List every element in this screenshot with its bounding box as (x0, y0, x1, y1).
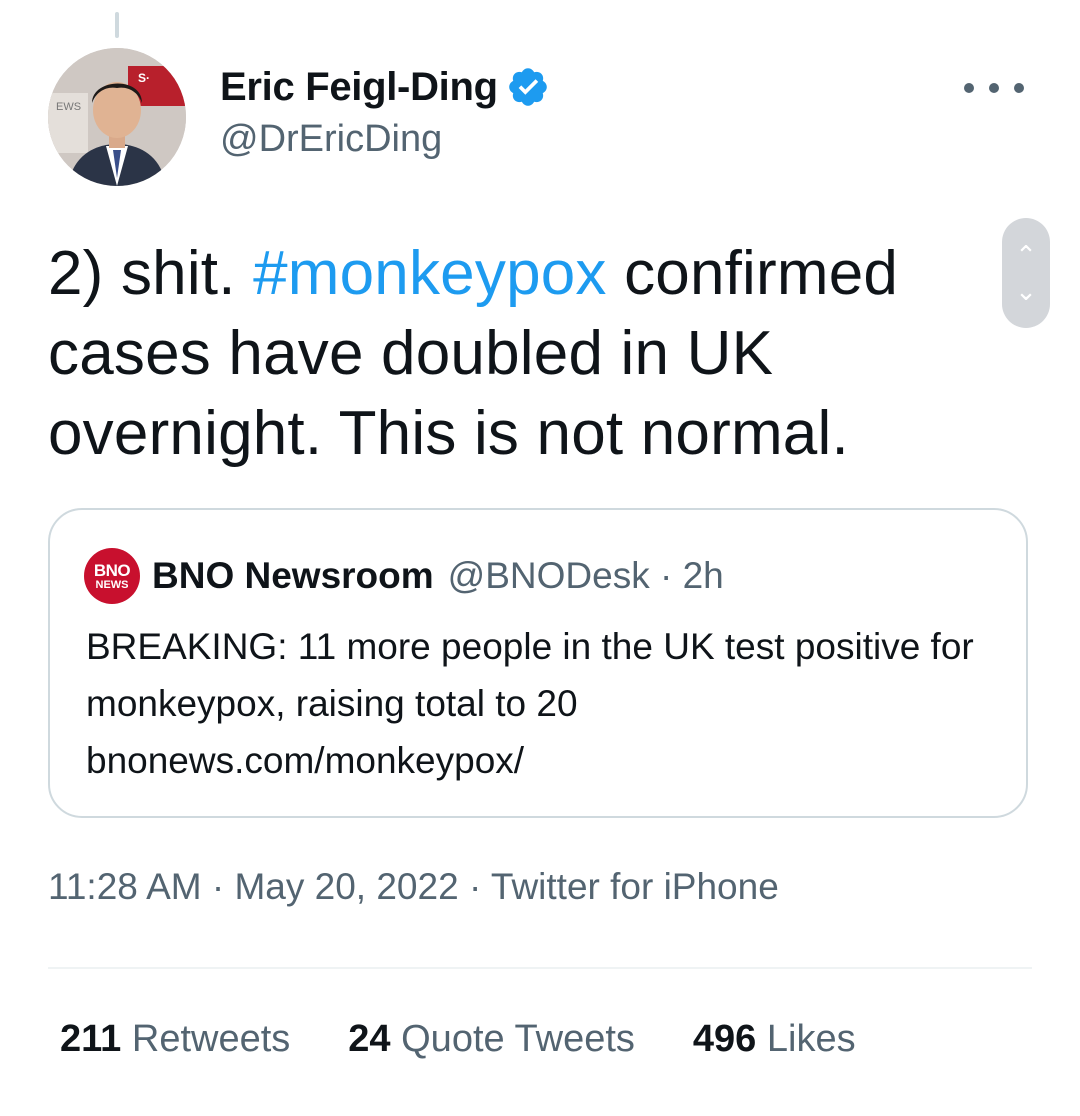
stat-number: 496 (692, 1018, 757, 1060)
hashtag-link[interactable]: #monkeypox (253, 239, 607, 308)
retweets-stat[interactable]: 211 Retweets (60, 1018, 290, 1061)
divider (48, 967, 1032, 969)
tweet-body: 2) shit. #monkeypox confirmed cases have… (48, 234, 988, 474)
avatar-image: EWS S· (48, 48, 186, 186)
quote-tweets-stat[interactable]: 24 Quote Tweets (348, 1018, 635, 1061)
engagement-stats: 211 Retweets 24 Quote Tweets 496 Likes (60, 1018, 914, 1061)
avatar-bg-text: EWS (56, 101, 81, 113)
logo-text: BNO (93, 560, 131, 580)
tweet-text-part: 2) shit. (48, 239, 254, 308)
stat-label: Retweets (131, 1018, 291, 1060)
likes-stat[interactable]: 496 Likes (693, 1018, 856, 1061)
scroll-navigator[interactable]: ⌃ ⌄ (1002, 218, 1050, 328)
avatar-bg-text: S· (138, 71, 150, 85)
bno-news-logo-icon: BNO NEWS (84, 548, 140, 604)
author-names: Eric Feigl-Ding @DrEricDing (220, 62, 550, 161)
quoted-tweet-header: BNO NEWS BNO Newsroom @BNODesk · 2h (84, 548, 724, 604)
quoted-author-name: BNO Newsroom (152, 555, 434, 596)
more-options-icon[interactable] (964, 78, 1024, 98)
quoted-tweet-card[interactable]: BNO NEWS BNO Newsroom @BNODesk · 2h BREA… (48, 508, 1028, 818)
author-display-name[interactable]: Eric Feigl-Ding (220, 65, 498, 110)
author-handle[interactable]: @DrEricDing (220, 118, 550, 161)
stat-number: 24 (348, 1018, 391, 1060)
logo-text: NEWS (95, 578, 129, 591)
stat-number: 211 (60, 1018, 122, 1060)
tweet-timestamp[interactable]: 11:28 AM · May 20, 2022 · Twitter for iP… (48, 866, 779, 908)
chevron-up-icon[interactable]: ⌃ (1015, 240, 1037, 270)
stat-label: Likes (766, 1018, 856, 1060)
stat-label: Quote Tweets (401, 1018, 635, 1060)
tweet-header: EWS S· Eric Feigl-Ding @DrEricDing (48, 48, 1032, 188)
quoted-author-meta: @BNODesk · 2h (447, 555, 724, 596)
chevron-down-icon[interactable]: ⌄ (1015, 276, 1037, 306)
thread-connector-line (115, 12, 119, 38)
avatar[interactable]: EWS S· (48, 48, 186, 186)
verified-badge-icon (506, 65, 550, 109)
quoted-tweet-text: BREAKING: 11 more people in the UK test … (86, 626, 974, 781)
